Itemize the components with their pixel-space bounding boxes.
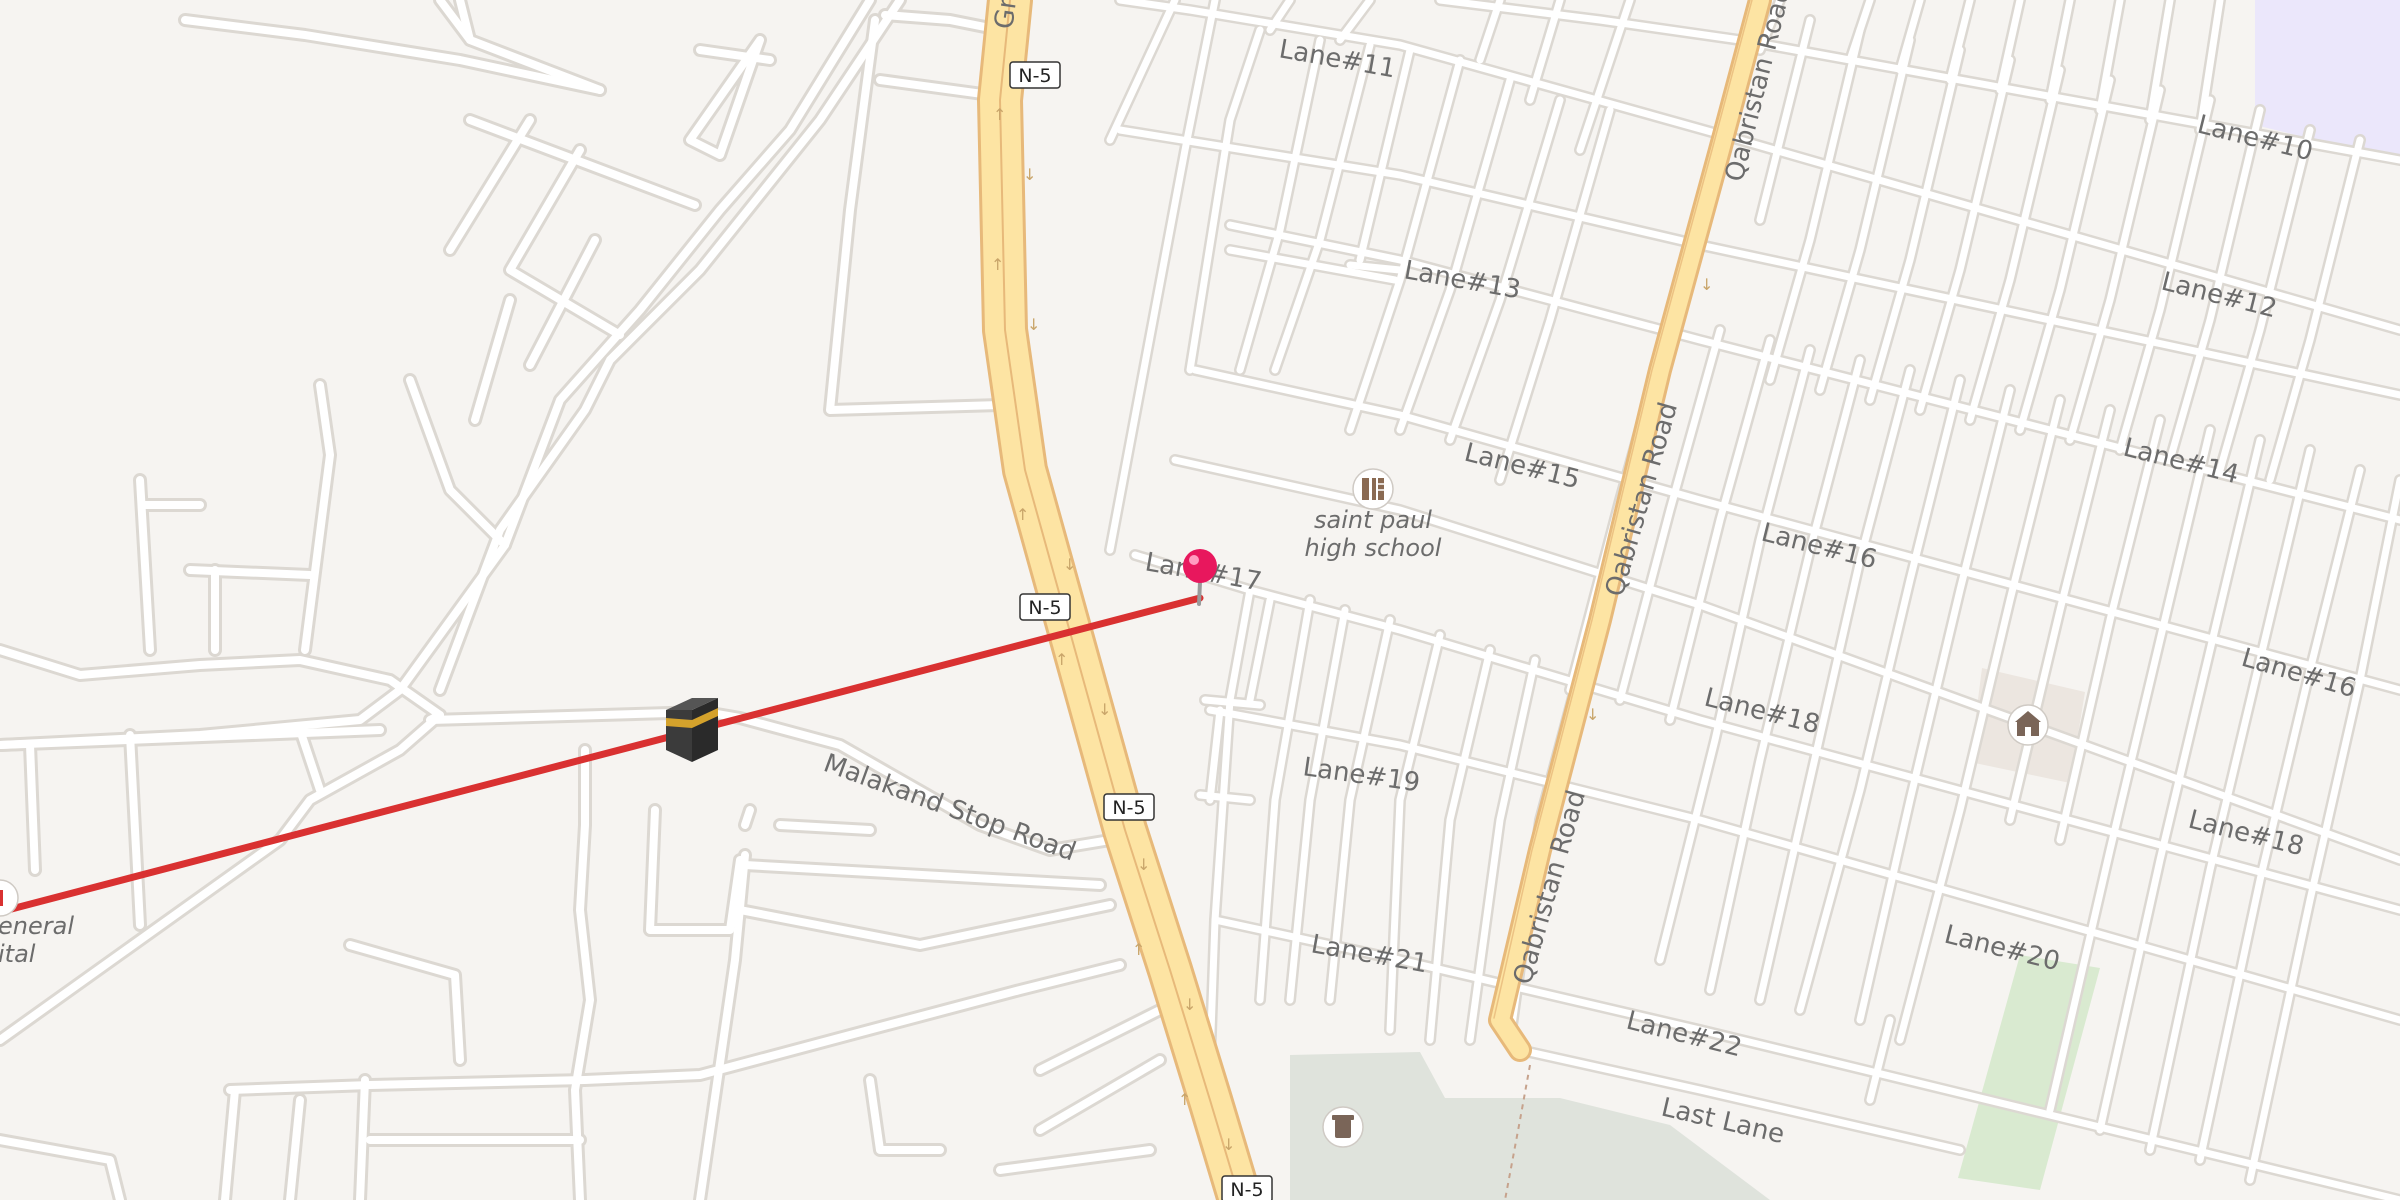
kaaba-icon bbox=[666, 698, 718, 762]
svg-text:↑: ↑ bbox=[991, 255, 1004, 274]
hospital-icon bbox=[0, 890, 3, 906]
svg-text:↑: ↑ bbox=[1016, 505, 1029, 524]
highway-shield: N-5 bbox=[1103, 793, 1155, 821]
street-label-gt-road: Gr bbox=[989, 0, 1023, 31]
svg-text:↑: ↑ bbox=[1132, 940, 1145, 959]
highway-shield-label: N-5 bbox=[1028, 597, 1061, 619]
cemetery-icon bbox=[1332, 1115, 1354, 1138]
cemetery-poi[interactable] bbox=[1322, 1106, 1364, 1148]
school-label-line2: high school bbox=[1305, 534, 1442, 562]
svg-text:↑: ↑ bbox=[1178, 1090, 1191, 1109]
highway-shield: N-5 bbox=[1019, 593, 1071, 621]
svg-text:↑: ↑ bbox=[1055, 650, 1068, 669]
map-canvas[interactable]: ↑ ↓ ↑ ↓ ↑ ↓ ↑ ↓ ↓ ↑ ↓ ↑ ↓ ↓ ↓ N-5 N-5 N-… bbox=[0, 0, 2400, 1200]
hospital-label-line1: eneral bbox=[0, 912, 74, 940]
svg-text:↓: ↓ bbox=[1137, 855, 1150, 874]
svg-text:↓: ↓ bbox=[1063, 555, 1076, 574]
hospital-label-line2: ital bbox=[0, 940, 36, 968]
svg-text:↓: ↓ bbox=[1183, 995, 1196, 1014]
highway-shield-label: N-5 bbox=[1230, 1179, 1263, 1200]
svg-text:↓: ↓ bbox=[1586, 705, 1599, 724]
svg-text:↓: ↓ bbox=[1023, 165, 1036, 184]
svg-text:↓: ↓ bbox=[1098, 700, 1111, 719]
landmark-poi[interactable] bbox=[2007, 704, 2049, 746]
svg-text:↓: ↓ bbox=[1027, 315, 1040, 334]
svg-text:↓: ↓ bbox=[1700, 275, 1713, 294]
highway-shield-label: N-5 bbox=[1018, 65, 1051, 87]
school-label-line1: saint paul bbox=[1314, 506, 1432, 534]
highway-shield-label: N-5 bbox=[1112, 797, 1145, 819]
highway-shield: N-5 bbox=[1221, 1175, 1273, 1200]
svg-text:↑: ↑ bbox=[993, 105, 1006, 124]
svg-text:↓: ↓ bbox=[1222, 1135, 1235, 1154]
highway-shield: N-5 bbox=[1009, 61, 1061, 89]
kaaba-poi[interactable] bbox=[666, 698, 718, 762]
school-icon bbox=[1362, 478, 1384, 500]
